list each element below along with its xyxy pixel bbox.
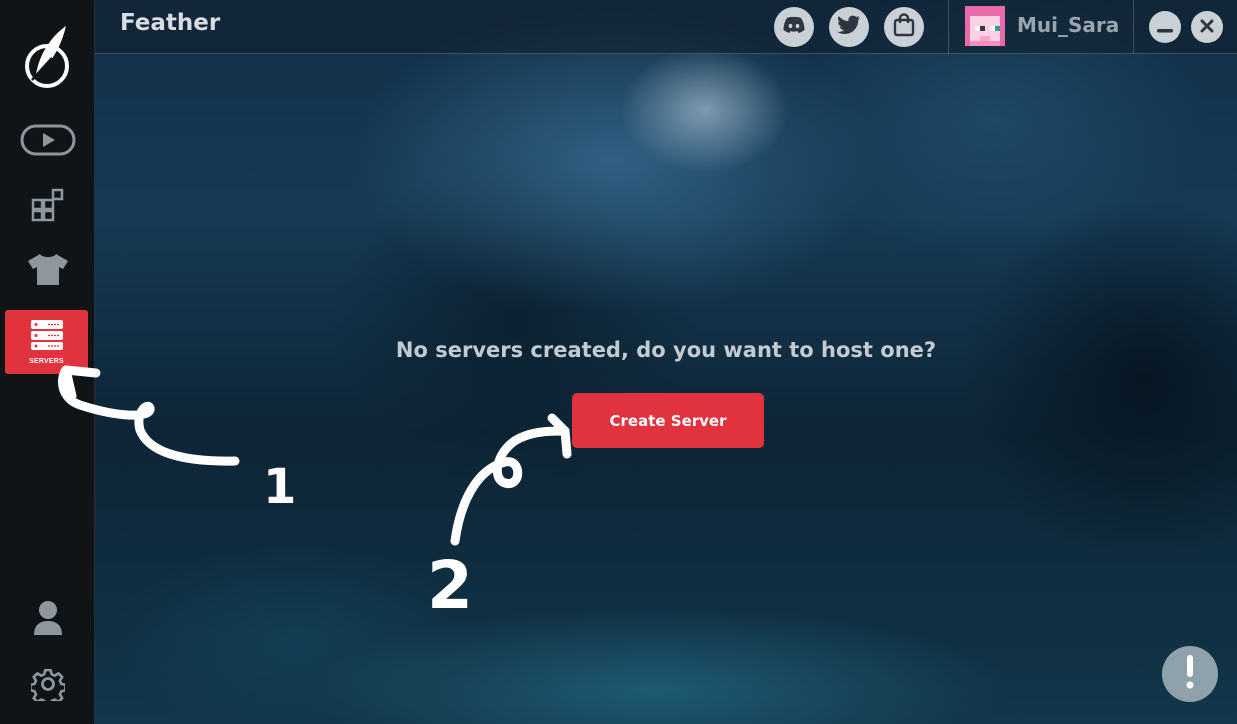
create-server-button[interactable]: Create Server bbox=[572, 393, 764, 448]
twitter-button[interactable] bbox=[829, 7, 869, 47]
sidebar-item-settings[interactable] bbox=[0, 664, 95, 708]
sidebar-item-mods[interactable] bbox=[0, 186, 95, 228]
header-divider bbox=[948, 0, 949, 54]
play-icon bbox=[20, 124, 76, 160]
close-button[interactable] bbox=[1191, 11, 1223, 43]
discord-icon bbox=[782, 16, 806, 38]
shopping-bag-icon bbox=[893, 13, 915, 41]
sidebar-item-servers[interactable]: SERVERS bbox=[5, 310, 88, 374]
help-button[interactable] bbox=[1162, 646, 1218, 702]
minimize-icon bbox=[1157, 18, 1173, 37]
header-divider bbox=[1133, 0, 1134, 54]
server-rack-icon bbox=[30, 319, 64, 355]
minimize-button[interactable] bbox=[1149, 11, 1181, 43]
feather-logo-icon[interactable] bbox=[22, 22, 72, 92]
empty-state-message: No servers created, do you want to host … bbox=[395, 338, 937, 362]
mods-grid-icon bbox=[31, 188, 65, 226]
sidebar-item-profile[interactable] bbox=[0, 598, 95, 642]
sidebar-item-label: SERVERS bbox=[29, 358, 64, 365]
tshirt-icon bbox=[26, 252, 70, 290]
exclamation-icon bbox=[1186, 655, 1194, 693]
close-icon bbox=[1200, 18, 1214, 37]
store-button[interactable] bbox=[884, 7, 924, 47]
avatar[interactable] bbox=[965, 6, 1005, 46]
top-bar: Feather Mui_Sara bbox=[95, 0, 1237, 54]
username[interactable]: Mui_Sara bbox=[1017, 13, 1119, 37]
app-title: Feather bbox=[120, 10, 221, 36]
background-image bbox=[95, 0, 1237, 724]
gear-icon bbox=[28, 667, 67, 707]
sidebar-item-cosmetics[interactable] bbox=[0, 250, 95, 292]
twitter-icon bbox=[837, 15, 861, 39]
sidebar: SERVERS bbox=[0, 0, 95, 724]
sidebar-item-play[interactable] bbox=[0, 122, 95, 162]
user-icon bbox=[33, 600, 63, 640]
discord-button[interactable] bbox=[774, 7, 814, 47]
